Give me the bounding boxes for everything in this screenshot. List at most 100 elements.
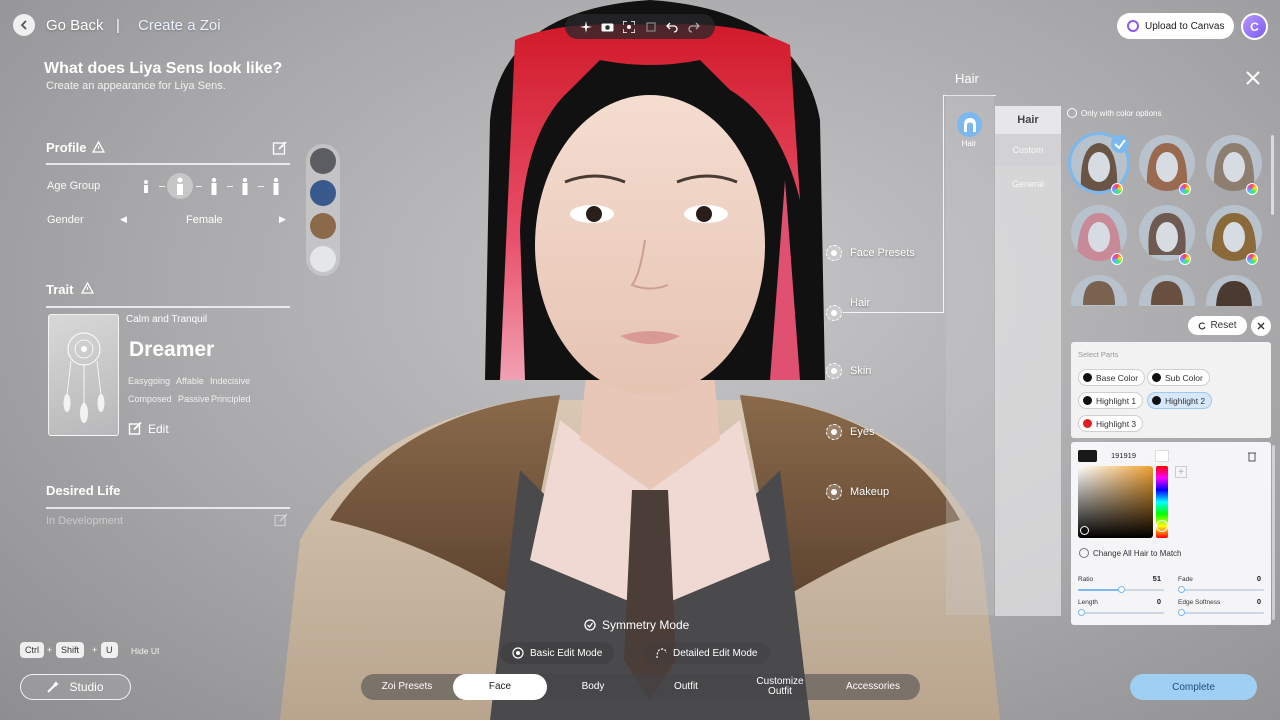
eyes-label[interactable]: Eyes xyxy=(850,426,874,438)
hair-panel-title: Hair xyxy=(955,71,979,86)
gender-prev-arrow[interactable]: ◀ xyxy=(120,214,127,225)
fade-label: Fade xyxy=(1178,576,1193,583)
hide-zoi-icon[interactable] xyxy=(644,20,658,34)
desired-life-heading: Desired Life xyxy=(46,483,121,498)
user-avatar[interactable]: C xyxy=(1241,13,1268,40)
change-all-label: Change All Hair to Match xyxy=(1093,548,1182,558)
tab-customize-outfit[interactable]: Customize Outfit xyxy=(745,674,815,700)
coat-item-icon[interactable] xyxy=(310,213,336,239)
sparkle-icon[interactable] xyxy=(579,20,593,34)
tab-outfit[interactable]: Outfit xyxy=(639,674,733,700)
fade-value: 0 xyxy=(1256,574,1261,583)
hex-value-input[interactable]: 191919 xyxy=(1111,451,1136,460)
face-presets-label[interactable]: Face Presets xyxy=(850,247,915,259)
key-plus: + xyxy=(47,645,53,655)
close-icon[interactable] xyxy=(1244,69,1262,87)
hair-category-icon[interactable] xyxy=(957,112,982,137)
length-slider[interactable] xyxy=(1078,612,1164,614)
focus-icon[interactable] xyxy=(622,20,636,34)
magic-wand-icon xyxy=(47,681,60,693)
tab-body[interactable]: Body xyxy=(547,674,639,700)
hue-knob[interactable] xyxy=(1156,520,1168,532)
trait-edit-button[interactable]: Edit xyxy=(128,421,169,436)
reset-button[interactable]: Reset xyxy=(1188,316,1247,335)
makeup-hotspot[interactable] xyxy=(826,484,842,500)
reset-label: Reset xyxy=(1210,320,1237,331)
only-color-label: Only with color options xyxy=(1081,108,1162,118)
hair-hotspot[interactable] xyxy=(826,305,842,321)
tab-zoi-presets[interactable]: Zoi Presets xyxy=(361,674,453,700)
check-icon xyxy=(1111,135,1129,153)
basic-edit-mode-button[interactable]: Basic Edit Mode xyxy=(500,642,615,664)
part-highlight-3[interactable]: Highlight 3 xyxy=(1078,415,1144,432)
shoes-item-icon[interactable] xyxy=(310,246,336,272)
age-adult-icon[interactable] xyxy=(235,176,255,196)
undo-icon[interactable] xyxy=(665,20,679,34)
color-picker-panel: 191919 + Change All Hair to Match Ratio … xyxy=(1071,442,1271,625)
fade-knob[interactable] xyxy=(1178,586,1185,593)
face-presets-hotspot[interactable] xyxy=(826,245,842,261)
edit-profile-icon[interactable] xyxy=(272,140,288,156)
breadcrumb-separator: | xyxy=(116,17,120,34)
hair-option[interactable] xyxy=(1139,275,1195,306)
edge-softness-knob[interactable] xyxy=(1178,609,1185,616)
hair-label[interactable]: Hair xyxy=(850,297,870,309)
part-highlight-1[interactable]: Highlight 1 xyxy=(1078,392,1144,409)
hair-grid-scrollbar[interactable] xyxy=(1271,135,1274,215)
age-child-icon[interactable] xyxy=(167,173,193,199)
hair-category-column xyxy=(946,95,994,615)
sub-tab-custom[interactable]: Custom xyxy=(995,134,1061,166)
change-all-toggle[interactable]: Change All Hair to Match xyxy=(1079,548,1182,558)
select-parts-panel: Select Parts Base Color Sub Color Highli… xyxy=(1071,342,1271,438)
upload-to-canvas-button[interactable]: Upload to Canvas xyxy=(1117,13,1234,39)
close-parts-button[interactable] xyxy=(1251,316,1271,336)
page-title: What does Liya Sens look like? xyxy=(44,60,283,77)
complete-button[interactable]: Complete xyxy=(1130,674,1257,700)
outfit-quick-strip xyxy=(306,144,340,276)
hair-category-label[interactable]: Hair xyxy=(958,139,980,148)
back-button[interactable] xyxy=(13,14,35,36)
trait-tag: Passive xyxy=(178,394,210,404)
symmetry-mode-toggle[interactable]: Symmetry Mode xyxy=(584,618,689,632)
only-color-toggle[interactable]: Only with color options xyxy=(1067,108,1161,118)
studio-button[interactable]: Studio xyxy=(20,674,131,700)
detailed-edit-mode-button[interactable]: Detailed Edit Mode xyxy=(643,642,770,664)
edge-softness-slider[interactable] xyxy=(1178,612,1264,614)
camera-icon[interactable] xyxy=(600,20,614,34)
skin-hotspot[interactable] xyxy=(826,363,842,379)
age-toddler-icon[interactable] xyxy=(136,176,156,196)
redo-icon[interactable] xyxy=(687,20,701,34)
tab-accessories[interactable]: Accessories xyxy=(827,674,919,700)
sub-tab-general[interactable]: General xyxy=(995,168,1061,200)
ratio-knob[interactable] xyxy=(1118,586,1125,593)
gender-next-arrow[interactable]: ▶ xyxy=(279,214,286,225)
skin-label[interactable]: Skin xyxy=(850,365,871,377)
eyes-hotspot[interactable] xyxy=(826,424,842,440)
saturation-value-picker[interactable] xyxy=(1078,466,1153,538)
go-back-link[interactable]: Go Back xyxy=(46,17,104,34)
color-panel-scrollbar[interactable] xyxy=(1272,445,1275,620)
age-group-selector[interactable] xyxy=(136,173,286,199)
hair-option[interactable] xyxy=(1206,275,1262,306)
trait-heading: Trait xyxy=(46,282,74,297)
tab-face[interactable]: Face xyxy=(453,674,547,700)
sv-picker-knob[interactable] xyxy=(1080,526,1089,535)
vest-item-icon[interactable] xyxy=(310,148,336,174)
jeans-item-icon[interactable] xyxy=(310,180,336,206)
gender-value: Female xyxy=(186,214,223,226)
part-sub-color[interactable]: Sub Color xyxy=(1147,369,1210,386)
key-u: U xyxy=(101,642,118,658)
hair-connector-line xyxy=(843,312,944,313)
age-teen-icon[interactable] xyxy=(204,176,224,196)
length-knob[interactable] xyxy=(1078,609,1085,616)
hair-option[interactable] xyxy=(1071,275,1127,306)
fade-slider[interactable] xyxy=(1178,589,1264,591)
add-swatch-button[interactable]: + xyxy=(1175,466,1187,478)
face-icon xyxy=(512,647,524,659)
part-highlight-2[interactable]: Highlight 2 xyxy=(1147,392,1213,409)
makeup-label[interactable]: Makeup xyxy=(850,486,889,498)
trash-icon[interactable] xyxy=(1246,450,1258,462)
age-elder-icon[interactable] xyxy=(266,176,286,196)
previous-color-swatch[interactable] xyxy=(1155,450,1169,462)
part-base-color[interactable]: Base Color xyxy=(1078,369,1146,386)
